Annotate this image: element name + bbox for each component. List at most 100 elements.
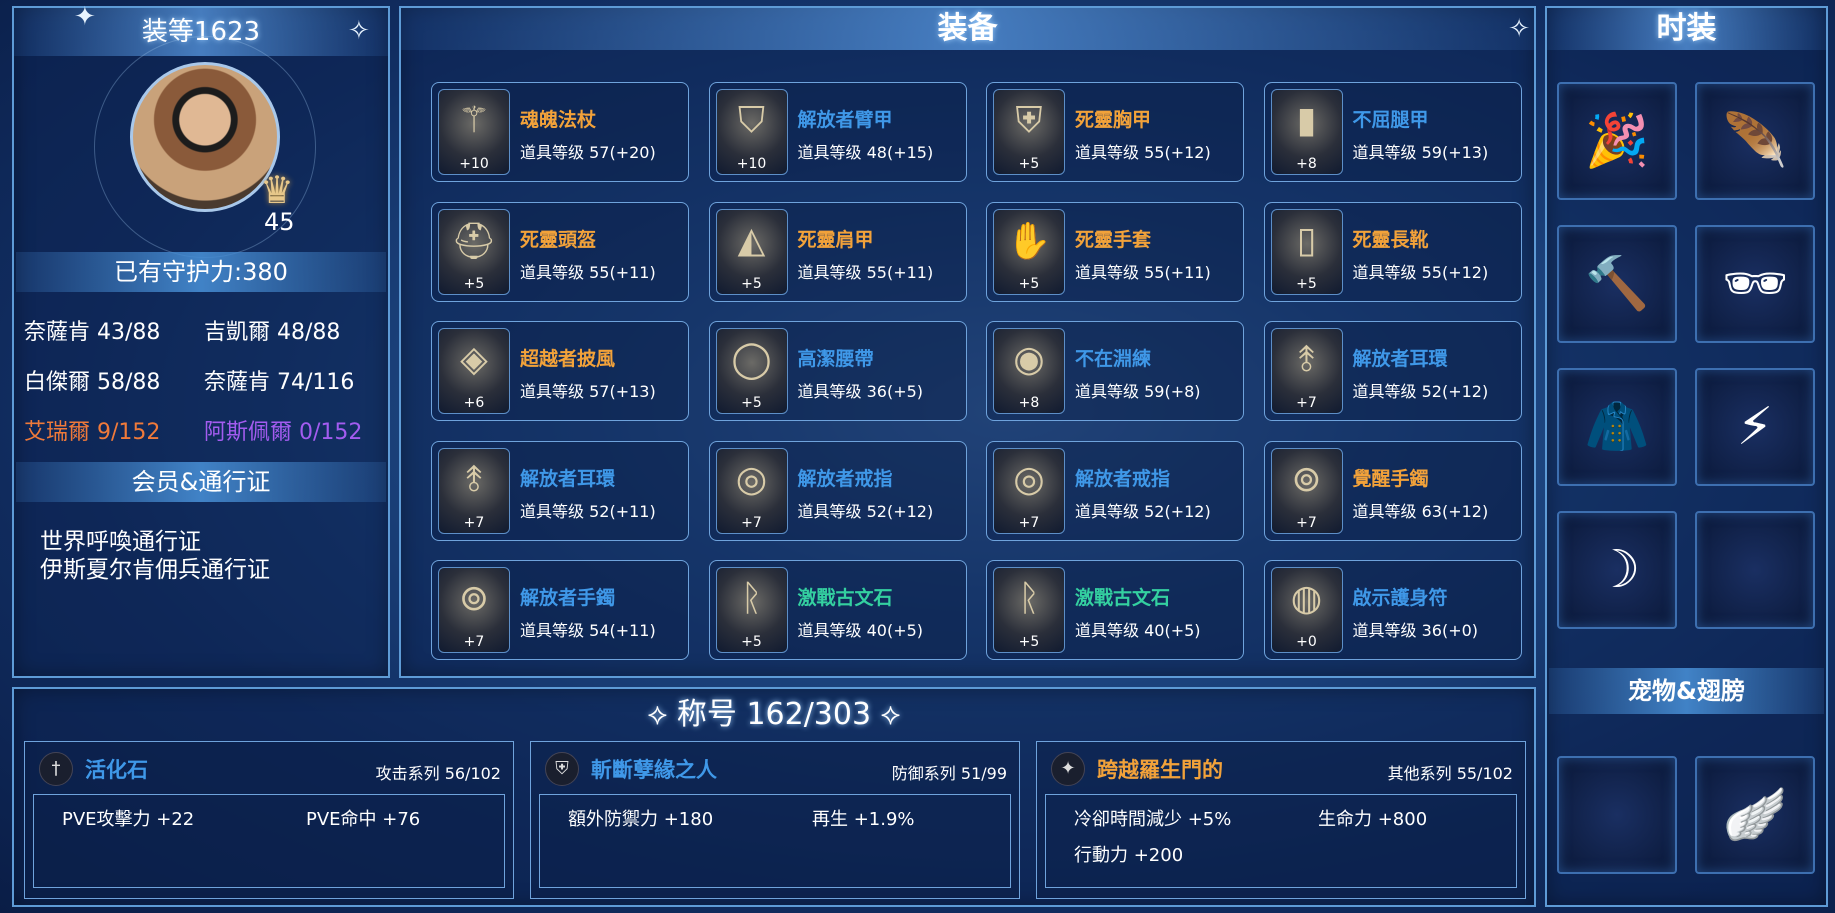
- equipment-slot[interactable]: ⥉ +7 解放者耳環 道具等级 52(+12): [1263, 321, 1522, 421]
- item-name: 解放者耳環: [1352, 348, 1448, 370]
- titles-count: 称号 162/303: [676, 697, 872, 732]
- purple-wing-icon: 🪽: [1722, 785, 1788, 845]
- sunglasses-icon: 🕶: [1721, 254, 1788, 314]
- ring-icon: ◎ +7: [993, 447, 1065, 534]
- pass-item[interactable]: 伊斯夏尔肯佣兵通行证: [40, 550, 270, 584]
- enhance-level: +5: [1018, 156, 1040, 172]
- fashion-slot[interactable]: 🕶: [1695, 225, 1815, 343]
- fashion-slot[interactable]: ☽: [1557, 511, 1677, 629]
- item-level: 道具等级 54(+11): [520, 621, 656, 640]
- item-name: 解放者戒指: [1075, 467, 1171, 490]
- chestplate-icon: ⛨ +5: [993, 89, 1065, 175]
- item-name: 激戰古文石: [797, 587, 893, 609]
- equipment-slot[interactable]: ⚚ +10 魂魄法杖 道具等级 57(+20): [431, 82, 689, 182]
- fashion-slot[interactable]: 🔨: [1557, 225, 1677, 343]
- fashion-slot[interactable]: ⚡: [1695, 368, 1815, 486]
- equipment-slot[interactable]: ◭ +5 死靈肩甲 道具等级 55(+11): [708, 201, 967, 302]
- title-category: 防御系列 51/99: [891, 764, 1007, 783]
- rune-stone-icon: ᚱ +5: [715, 567, 788, 653]
- shoulder-icon: ◭ +5: [715, 208, 788, 295]
- equipment-slot[interactable]: ⛉ +10 解放者臂甲 道具等级 48(+15): [708, 82, 967, 182]
- equipment-panel: 装备 ✧ ⚚ +10 魂魄法杖 道具等级 57(+20) ⛉ +10 解放者臂甲 道具等级 4…: [399, 6, 1536, 678]
- item-name: 啟示護身符: [1352, 587, 1448, 609]
- title-effect: 再生 +1.9%: [812, 809, 915, 830]
- equipment-slot[interactable]: ⊚ +7 解放者手鐲 道具等级 54(+11): [431, 560, 689, 660]
- item-name: 不屈腿甲: [1352, 109, 1429, 131]
- title-name: 跨越羅生門的: [1097, 758, 1223, 782]
- titles-header: ⟡ 称号 162/303 ⟡: [14, 695, 1534, 735]
- item-level: 道具等级 55(+11): [520, 262, 656, 282]
- equipment-slot[interactable]: ◈ +6 超越者披風 道具等级 57(+13): [431, 321, 689, 421]
- item-name: 死靈胸甲: [1075, 109, 1152, 131]
- equipment-slot[interactable]: ▮ +8 不屈腿甲 道具等级 59(+13): [1263, 82, 1522, 182]
- fashion-slot[interactable]: [1695, 511, 1815, 629]
- item-glyph: ⚚: [457, 100, 491, 141]
- equipment-slot[interactable]: ◉ +8 不在淵練 道具等级 59(+8): [986, 321, 1244, 421]
- boots-icon: ▯ +5: [1270, 208, 1343, 295]
- stat-item: 阿斯佩爾 0/152: [204, 420, 363, 445]
- title-card[interactable]: ✦ 跨越羅生門的 其他系列 55/102 冷卻時間減少 +5% 生命力 +800 行動力 …: [1036, 741, 1526, 899]
- bracelet-icon: ⊚ +7: [438, 567, 510, 653]
- sparkle-icon: ✧: [348, 16, 370, 46]
- equipment-slot[interactable]: ◯ +5 高潔腰帶 道具等级 36(+5): [708, 321, 967, 421]
- title-category: 其他系列 55/102: [1387, 764, 1513, 783]
- item-name: 死靈頭盔: [520, 228, 597, 251]
- equipment-slot[interactable]: ◎ +7 解放者戒指 道具等级 52(+12): [986, 440, 1244, 541]
- title-card[interactable]: † 活化石 攻击系列 56/102 PVE攻擊力 +22 PVE命中 +76: [24, 741, 514, 899]
- item-name: 死靈手套: [1075, 228, 1152, 251]
- equipment-slot[interactable]: ⊚ +7 覺醒手鐲 道具等级 63(+12): [1263, 440, 1522, 541]
- title-category: 攻击系列 56/102: [375, 764, 501, 783]
- item-name: 解放者耳環: [520, 467, 616, 490]
- item-level: 道具等级 40(+5): [1075, 621, 1201, 640]
- enhance-level: +5: [741, 275, 762, 292]
- ring-icon: ◎ +7: [715, 447, 788, 534]
- item-level: 道具等级 52(+12): [1352, 382, 1489, 401]
- necklace-icon: ◉ +8: [993, 328, 1065, 414]
- item-glyph: ᚱ: [1018, 578, 1040, 619]
- item-level: 道具等级 57(+20): [520, 143, 656, 162]
- fashion-slot[interactable]: 🧥: [1557, 368, 1677, 486]
- pet-slot[interactable]: 🪽: [1695, 756, 1815, 874]
- item-name: 高潔腰帶: [797, 348, 874, 370]
- fashion-slot[interactable]: 🪶: [1695, 82, 1815, 200]
- enhance-level: +7: [1018, 514, 1040, 531]
- enhance-level: +7: [741, 514, 762, 531]
- sparkle-icon: ✧: [1508, 14, 1530, 44]
- title-effect: PVE命中 +76: [306, 809, 421, 830]
- pet-slot[interactable]: [1557, 756, 1677, 874]
- title-card[interactable]: ⛨ 斬斷孽緣之人 防御系列 51/99 額外防禦力 +180 再生 +1.9%: [530, 741, 1020, 899]
- equipment-slot[interactable]: ◍ +0 啟示護身符 道具等级 36(+0): [1263, 560, 1522, 660]
- item-level: 道具等级 52(+12): [797, 501, 934, 521]
- enhance-level: +8: [1296, 156, 1317, 172]
- item-glyph: ◉: [1013, 339, 1045, 380]
- equipment-slot[interactable]: ⛨ +5 死靈胸甲 道具等级 55(+12): [986, 82, 1244, 182]
- title-effects-box: 冷卻時間減少 +5% 生命力 +800 行動力 +200: [1045, 794, 1517, 888]
- equipment-slot[interactable]: ✋ +5 死靈手套 道具等级 55(+11): [986, 201, 1244, 302]
- guardian-power: 已有守护力:380: [16, 252, 386, 292]
- item-glyph: ◎: [1013, 458, 1045, 500]
- helmet-icon: ⛑ +5: [438, 208, 510, 295]
- sparkle-icon: ✦: [74, 2, 96, 32]
- title-effect: 生命力 +800: [1318, 809, 1428, 830]
- equipment-slot[interactable]: ▯ +5 死靈長靴 道具等级 55(+12): [1263, 201, 1522, 302]
- equipment-slot[interactable]: ◎ +7 解放者戒指 道具等级 52(+12): [708, 440, 967, 541]
- title-effect: PVE攻擊力 +22: [62, 809, 195, 830]
- character-panel: 装等1623 ✦ ✧ ♛ 45 已有守护力:380 奈薩肯 43/88 吉凱爾 …: [12, 2, 390, 678]
- rune-stone-icon: ᚱ +5: [993, 567, 1065, 653]
- equipment-slot[interactable]: ⥉ +7 解放者耳環 道具等级 52(+11): [431, 440, 689, 541]
- item-glyph: ᚱ: [740, 578, 763, 619]
- item-glyph: ⊚: [458, 578, 490, 619]
- equipment-slot[interactable]: ᚱ +5 激戰古文石 道具等级 40(+5): [986, 560, 1244, 660]
- enhance-level: +7: [463, 634, 485, 650]
- item-level: 道具等级 55(+11): [1075, 262, 1211, 282]
- equipment-slot[interactable]: ᚱ +5 激戰古文石 道具等级 40(+5): [708, 560, 967, 660]
- equipment-slot[interactable]: ⛑ +5 死靈頭盔道具等级 55(+11): [431, 201, 689, 302]
- enhance-level: +5: [1018, 275, 1040, 292]
- fashion-title: 时装: [1547, 8, 1826, 50]
- stat-item: 奈薩肯 74/116: [204, 370, 355, 395]
- shield-icon: ⛨: [545, 752, 579, 786]
- belt-icon: ◯ +5: [715, 328, 788, 414]
- item-level: 道具等级 55(+11): [797, 262, 934, 282]
- enhance-level: +5: [1018, 634, 1040, 650]
- fashion-slot[interactable]: 🎉: [1557, 82, 1677, 200]
